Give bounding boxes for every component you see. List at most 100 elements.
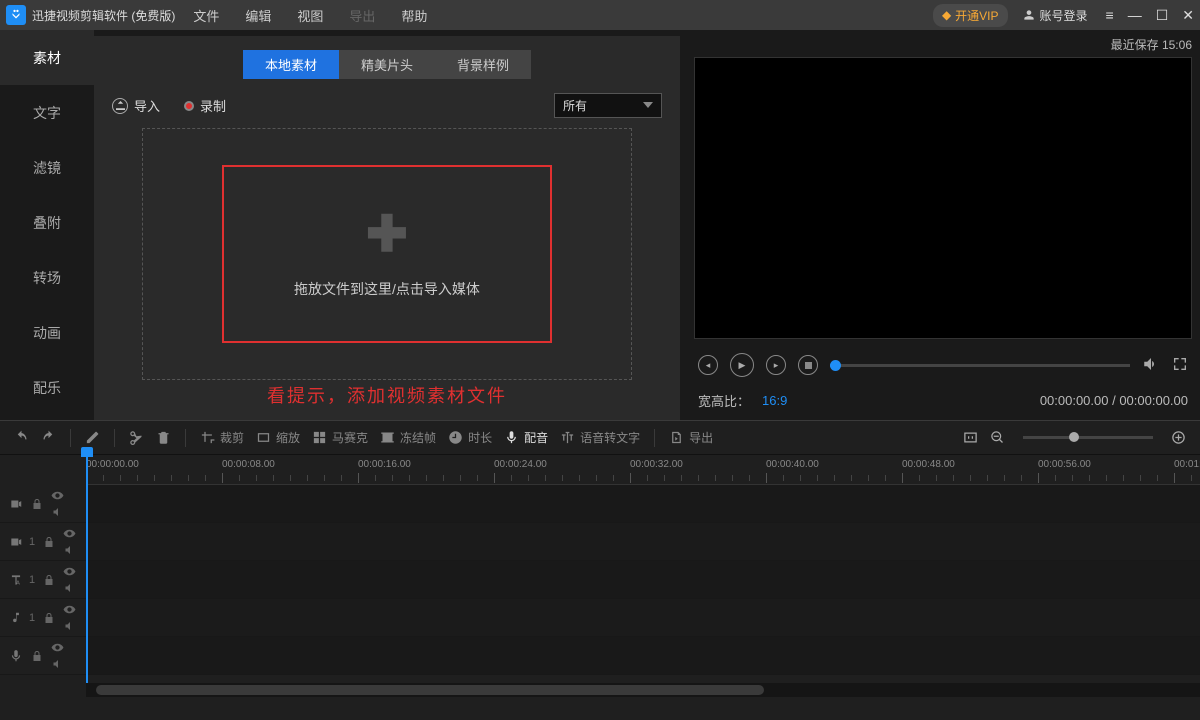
- zoom-out-button[interactable]: [990, 430, 1005, 445]
- lock-icon[interactable]: [41, 572, 56, 587]
- plus-icon: ✚: [366, 209, 408, 259]
- track-row[interactable]: A1: [0, 561, 1200, 599]
- track-body[interactable]: [86, 599, 1200, 636]
- speaker-icon[interactable]: [50, 504, 65, 519]
- cut-button[interactable]: [129, 430, 144, 445]
- export-button[interactable]: 导出: [669, 429, 713, 446]
- freeze-button[interactable]: 冻结帧: [380, 429, 436, 446]
- zoom-in-button[interactable]: [1171, 430, 1186, 445]
- volume-button[interactable]: [1142, 355, 1160, 376]
- app-logo: [6, 5, 26, 25]
- prev-frame-button[interactable]: ◂: [698, 355, 718, 375]
- track-row[interactable]: [0, 637, 1200, 675]
- track-row[interactable]: 1: [0, 523, 1200, 561]
- redo-button[interactable]: [41, 430, 56, 445]
- tab-local-material[interactable]: 本地素材: [243, 50, 339, 79]
- speaker-icon[interactable]: [62, 618, 77, 633]
- track-body[interactable]: [86, 637, 1200, 674]
- track-body[interactable]: [86, 485, 1200, 522]
- timeline-area: 裁剪 缩放 马赛克 冻结帧 时长 配音 语音转文字 导出 00:00:00.00…: [0, 420, 1200, 720]
- sidebar-item-material[interactable]: 素材: [0, 30, 94, 85]
- mosaic-label: 马赛克: [332, 429, 368, 446]
- import-icon: [112, 98, 128, 114]
- progress-bar[interactable]: [830, 364, 1130, 367]
- sidebar-item-text[interactable]: 文字: [0, 85, 94, 140]
- sidebar-item-filter[interactable]: 滤镜: [0, 140, 94, 195]
- ruler-mark: 00:00:08.00: [222, 459, 275, 470]
- sidebar-item-transition[interactable]: 转场: [0, 250, 94, 305]
- lock-icon[interactable]: [41, 610, 56, 625]
- eye-icon[interactable]: [62, 602, 77, 617]
- undo-button[interactable]: [14, 430, 29, 445]
- login-label: 账号登录: [1040, 7, 1088, 24]
- play-button[interactable]: ▶: [730, 353, 754, 377]
- playhead[interactable]: [86, 455, 88, 683]
- zoom-slider[interactable]: [1023, 436, 1153, 439]
- lock-icon[interactable]: [29, 496, 44, 511]
- stt-button[interactable]: 语音转文字: [560, 429, 640, 446]
- eye-icon[interactable]: [62, 526, 77, 541]
- sidebar-item-animation[interactable]: 动画: [0, 305, 94, 360]
- speaker-icon[interactable]: [62, 580, 77, 595]
- export-label: 导出: [689, 429, 713, 446]
- fit-button[interactable]: [963, 430, 978, 445]
- edit-button[interactable]: [85, 430, 100, 445]
- minimize-button[interactable]: —: [1128, 7, 1142, 24]
- stop-button[interactable]: [798, 355, 818, 375]
- tab-background-samples[interactable]: 背景样例: [435, 50, 531, 79]
- sidebar-item-overlay[interactable]: 叠附: [0, 195, 94, 250]
- eye-icon[interactable]: [50, 640, 65, 655]
- track-type-icon: A: [8, 572, 23, 587]
- maximize-button[interactable]: ☐: [1156, 7, 1169, 24]
- menu-view[interactable]: 视图: [297, 6, 323, 25]
- import-button[interactable]: 导入: [112, 96, 160, 115]
- crop-button[interactable]: 裁剪: [200, 429, 244, 446]
- track-row[interactable]: 1: [0, 599, 1200, 637]
- dropzone[interactable]: ✚ 拖放文件到这里/点击导入媒体: [142, 128, 632, 380]
- dropzone-inner[interactable]: ✚ 拖放文件到这里/点击导入媒体: [222, 165, 552, 343]
- menu-file[interactable]: 文件: [193, 6, 219, 25]
- close-button[interactable]: ✕: [1182, 7, 1194, 24]
- track-body[interactable]: [86, 523, 1200, 560]
- horizontal-scrollbar[interactable]: [86, 683, 1200, 697]
- next-frame-button[interactable]: ▸: [766, 355, 786, 375]
- title-bar: 迅捷视频剪辑软件 (免费版) 文件 编辑 视图 导出 帮助 ◆ 开通VIP 账号…: [0, 0, 1200, 30]
- progress-handle[interactable]: [830, 360, 841, 371]
- tab-intro-templates[interactable]: 精美片头: [339, 50, 435, 79]
- eye-icon[interactable]: [50, 488, 65, 503]
- login-button[interactable]: 账号登录: [1022, 7, 1088, 24]
- fullscreen-button[interactable]: [1172, 356, 1188, 375]
- record-button[interactable]: 录制: [184, 96, 226, 115]
- speaker-icon[interactable]: [50, 656, 65, 671]
- dub-button[interactable]: 配音: [504, 429, 548, 446]
- timeline-ruler[interactable]: 00:00:00.0000:00:08.0000:00:16.0000:00:2…: [86, 455, 1200, 485]
- speaker-icon[interactable]: [62, 542, 77, 557]
- menu-help[interactable]: 帮助: [401, 6, 427, 25]
- aspect-value[interactable]: 16:9: [762, 393, 787, 408]
- filter-dropdown[interactable]: 所有: [554, 93, 662, 118]
- sidebar-item-music[interactable]: 配乐: [0, 360, 94, 415]
- ruler-mark: 00:01:04: [1174, 459, 1200, 470]
- duration-button[interactable]: 时长: [448, 429, 492, 446]
- zoom-tool-button[interactable]: 缩放: [256, 429, 300, 446]
- menu-edit[interactable]: 编辑: [245, 6, 271, 25]
- menu-icon[interactable]: ≡: [1106, 7, 1114, 24]
- duration-label: 时长: [468, 429, 492, 446]
- timeline-tracks: 1A11: [0, 485, 1200, 683]
- ruler-mark: 00:00:40.00: [766, 459, 819, 470]
- diamond-icon: ◆: [942, 8, 951, 22]
- eye-icon[interactable]: [62, 564, 77, 579]
- preview-screen[interactable]: [694, 57, 1192, 339]
- scrollbar-thumb[interactable]: [96, 685, 764, 695]
- lock-icon[interactable]: [29, 648, 44, 663]
- vip-button[interactable]: ◆ 开通VIP: [933, 4, 1008, 27]
- ruler-mark: 00:00:16.00: [358, 459, 411, 470]
- mosaic-button[interactable]: 马赛克: [312, 429, 368, 446]
- track-row[interactable]: [0, 485, 1200, 523]
- freeze-label: 冻结帧: [400, 429, 436, 446]
- import-label: 导入: [134, 96, 160, 115]
- zoom-handle[interactable]: [1069, 432, 1079, 442]
- track-body[interactable]: [86, 561, 1200, 598]
- lock-icon[interactable]: [41, 534, 56, 549]
- delete-button[interactable]: [156, 430, 171, 445]
